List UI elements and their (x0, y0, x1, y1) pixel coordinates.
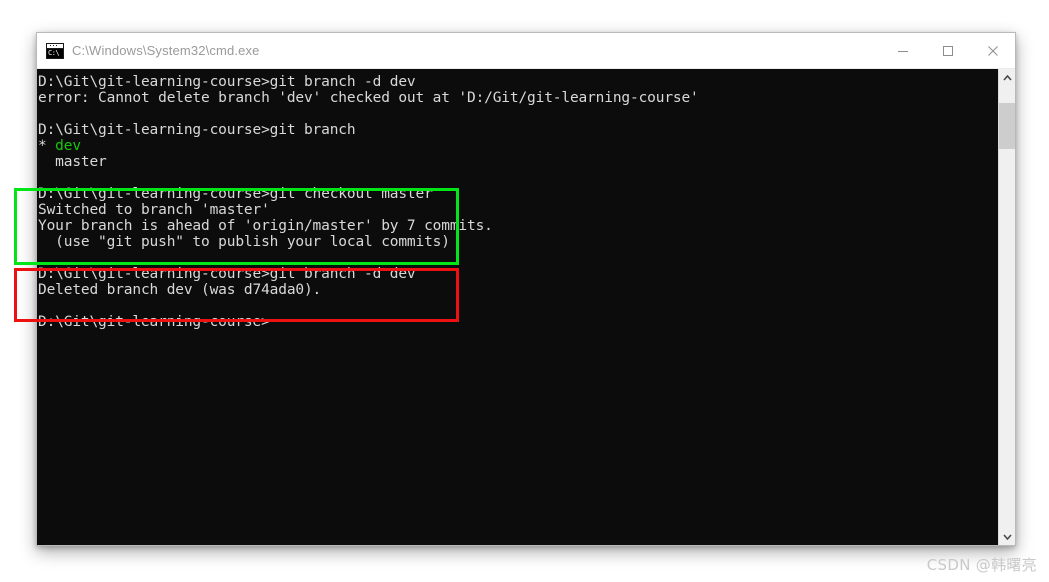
cmd-window: C:\ C:\Windows\System32\cmd.exe D:\Git\g… (36, 32, 1016, 546)
console-line: (use "git push" to publish your local co… (38, 234, 450, 250)
minimize-icon (897, 50, 908, 52)
close-button[interactable] (970, 33, 1015, 68)
scrollbar-up-button[interactable] (999, 69, 1015, 86)
page-background: C:\ C:\Windows\System32\cmd.exe D:\Git\g… (0, 0, 1049, 582)
csdn-watermark: CSDN @韩曙亮 (926, 556, 1037, 574)
console-line: D:\Git\git-learning-course>git branch -d… (38, 74, 416, 90)
scrollbar-thumb[interactable] (999, 103, 1015, 149)
console-output-area[interactable]: D:\Git\git-learning-course>git branch -d… (37, 69, 1015, 545)
window-title: C:\Windows\System32\cmd.exe (72, 43, 260, 58)
console-line: Your branch is ahead of 'origin/master' … (38, 218, 493, 234)
console-line: D:\Git\git-learning-course>git checkout … (38, 186, 433, 202)
console-scrollbar[interactable] (998, 69, 1015, 545)
chevron-down-icon (1002, 533, 1012, 540)
console-text: D:\Git\git-learning-course>git branch -d… (38, 74, 997, 330)
minimize-button[interactable] (880, 33, 925, 68)
window-titlebar[interactable]: C:\ C:\Windows\System32\cmd.exe (37, 33, 1015, 69)
console-line: Switched to branch 'master' (38, 202, 270, 218)
console-line: Deleted branch dev (was d74ada0). (38, 282, 322, 298)
console-line: master (38, 154, 107, 170)
window-controls (880, 33, 1015, 68)
maximize-icon (942, 45, 953, 56)
close-icon (987, 45, 998, 56)
console-line: D:\Git\git-learning-course>git branch (38, 122, 356, 138)
scrollbar-down-button[interactable] (999, 528, 1015, 545)
console-line: error: Cannot delete branch 'dev' checke… (38, 90, 699, 106)
branch-current-name: dev (55, 138, 81, 154)
console-line: * dev (38, 138, 81, 154)
cmd-icon-prompt: C:\ (47, 48, 63, 58)
console-line: D:\Git\git-learning-course> (38, 314, 270, 330)
maximize-button[interactable] (925, 33, 970, 68)
cmd-icon: C:\ (46, 42, 64, 59)
console-line: D:\Git\git-learning-course>git branch -d… (38, 266, 416, 282)
chevron-up-icon (1002, 74, 1012, 81)
